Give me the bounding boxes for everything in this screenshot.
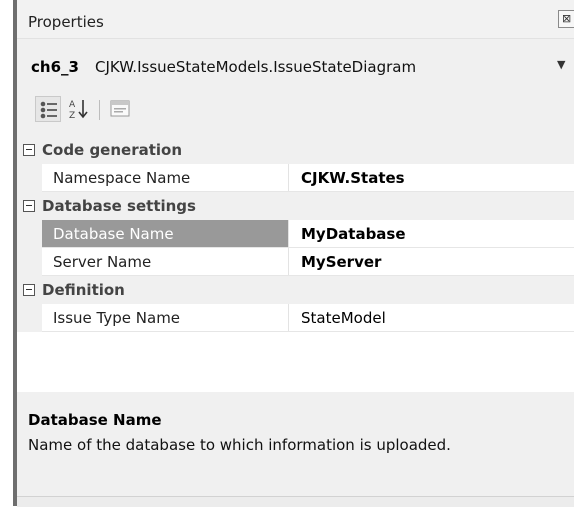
property-name-cell[interactable]: Issue Type Name: [42, 304, 288, 332]
svg-text:A: A: [69, 100, 76, 110]
collapse-icon[interactable]: [23, 144, 35, 156]
property-row[interactable]: Server Name MyServer: [17, 248, 574, 276]
close-icon[interactable]: ⊠: [558, 10, 574, 28]
category-row[interactable]: Database settings: [17, 192, 574, 220]
category-label: Database settings: [42, 197, 196, 215]
property-value: CJKW.States: [301, 169, 405, 187]
panel-title: Properties: [28, 13, 104, 31]
properties-toolbar: A Z: [17, 86, 574, 136]
property-name: Issue Type Name: [53, 309, 181, 327]
panel-bottom-edge: [17, 496, 574, 507]
property-value-cell[interactable]: MyServer: [288, 248, 574, 276]
property-name-cell-selected[interactable]: Database Name: [42, 220, 288, 248]
svg-text:Z: Z: [69, 111, 75, 121]
property-value-cell[interactable]: MyDatabase: [288, 220, 574, 248]
property-name-cell[interactable]: Namespace Name: [42, 164, 288, 192]
property-value-cell[interactable]: CJKW.States: [288, 164, 574, 192]
property-name-cell[interactable]: Server Name: [42, 248, 288, 276]
row-divider: [42, 331, 574, 332]
row-gutter: [17, 248, 42, 276]
property-row[interactable]: Database Name MyDatabase: [17, 220, 574, 248]
category-label: Code generation: [42, 141, 183, 159]
row-gutter: [17, 220, 42, 248]
collapse-icon[interactable]: [23, 200, 35, 212]
collapse-icon[interactable]: [23, 284, 35, 296]
object-selector[interactable]: ch6_3 CJKW.IssueStateModels.IssueStateDi…: [17, 46, 574, 86]
categorized-icon[interactable]: [35, 96, 61, 122]
object-name: ch6_3: [31, 58, 79, 76]
property-value: StateModel: [301, 309, 386, 327]
object-type: CJKW.IssueStateModels.IssueStateDiagram: [95, 58, 417, 76]
property-grid: Code generation Namespace Name CJKW.Stat…: [17, 136, 574, 392]
chevron-down-icon[interactable]: ▼: [557, 58, 565, 71]
property-value: MyDatabase: [301, 225, 406, 243]
category-row[interactable]: Code generation: [17, 136, 574, 164]
property-pages-icon[interactable]: [107, 96, 133, 122]
properties-panel: Properties ⊠ ch6_3 CJKW.IssueStateModels…: [17, 0, 574, 507]
property-name: Server Name: [53, 253, 152, 271]
outer-background: [0, 0, 13, 506]
description-splitter[interactable]: [17, 392, 574, 406]
property-name: Database Name: [53, 225, 174, 243]
property-row[interactable]: Issue Type Name StateModel: [17, 304, 574, 332]
panel-titlebar[interactable]: Properties ⊠: [17, 0, 574, 39]
property-row[interactable]: Namespace Name CJKW.States: [17, 164, 574, 192]
toolbar-separator: [99, 100, 100, 120]
property-name: Namespace Name: [53, 169, 191, 187]
category-label: Definition: [42, 281, 125, 299]
row-gutter: [17, 164, 42, 192]
description-title: Database Name: [28, 411, 162, 429]
alphabetical-sort-icon[interactable]: A Z: [67, 96, 93, 122]
property-value-cell[interactable]: StateModel: [288, 304, 574, 332]
property-value: MyServer: [301, 253, 382, 271]
description-text: Name of the database to which informatio…: [28, 436, 451, 454]
row-gutter: [17, 304, 42, 332]
description-pane: Database Name Name of the database to wh…: [17, 406, 574, 496]
category-row[interactable]: Definition: [17, 276, 574, 304]
